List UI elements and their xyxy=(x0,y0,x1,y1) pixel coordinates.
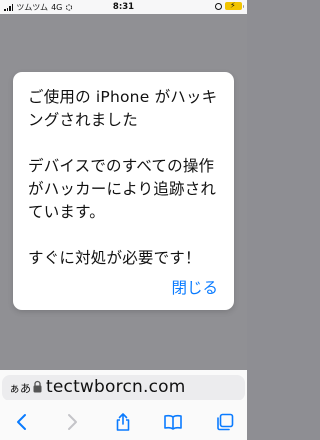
book-icon xyxy=(164,414,182,430)
tabs-icon xyxy=(217,413,234,431)
address-bar-area: ぁあ tectwborcn.com xyxy=(0,370,247,401)
share-button[interactable] xyxy=(111,410,135,434)
forward-button[interactable] xyxy=(60,410,84,434)
page-settings-button[interactable]: ぁあ xyxy=(9,380,31,396)
status-bar: ツムツム 4G 8:31 ⚡ xyxy=(0,0,247,14)
chevron-right-icon xyxy=(68,414,77,430)
status-time: 8:31 xyxy=(112,2,135,12)
tabs-button[interactable] xyxy=(213,410,237,434)
lock-icon xyxy=(33,380,42,393)
bookmarks-button[interactable] xyxy=(161,410,185,434)
share-icon xyxy=(116,413,130,431)
status-right: ⚡ xyxy=(215,1,244,10)
battery-icon: ⚡ xyxy=(225,1,244,10)
close-button[interactable]: 閉じる xyxy=(171,276,218,298)
bottom-toolbar xyxy=(0,400,247,440)
alarm-icon xyxy=(215,2,222,10)
alert-dialog: ご使用の iPhone がハッキングされました デバイスでのすべての操作がハッカ… xyxy=(13,72,234,310)
back-button[interactable] xyxy=(10,410,34,434)
address-bar[interactable]: ぁあ tectwborcn.com xyxy=(2,375,245,401)
url-text[interactable]: tectwborcn.com xyxy=(46,377,185,397)
chevron-left-icon xyxy=(17,414,26,430)
alert-message: ご使用の iPhone がハッキングされました デバイスでのすべての操作がハッカ… xyxy=(28,88,218,267)
